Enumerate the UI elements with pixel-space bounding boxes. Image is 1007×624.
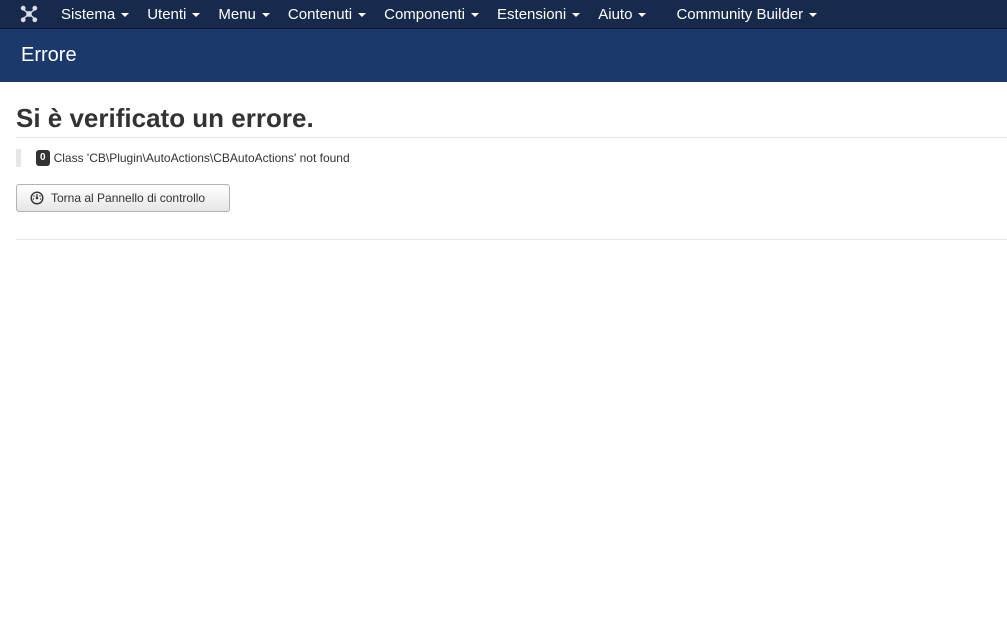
back-to-control-panel-button[interactable]: Torna al Pannello di controllo [16, 184, 230, 212]
caret-down-icon [261, 13, 270, 17]
caret-down-icon [358, 13, 367, 17]
menu-label: Utenti [147, 5, 187, 23]
menu-label: Community Builder [676, 5, 804, 23]
menu-utenti[interactable]: Utenti [138, 0, 209, 29]
main-menu: Sistema Utenti Menu Contenuti Componenti… [52, 0, 826, 29]
menu-label: Aiuto [598, 5, 633, 23]
menu-community-builder[interactable]: Community Builder [667, 0, 826, 29]
page-header: Errore [0, 29, 1007, 82]
menu-label: Componenti [384, 5, 466, 23]
top-navbar: Sistema Utenti Menu Contenuti Componenti… [0, 0, 1007, 29]
caret-down-icon [192, 13, 201, 17]
error-message: Class 'CB\Plugin\AutoActions\CBAutoActio… [53, 151, 350, 165]
caret-down-icon [638, 13, 647, 17]
dashboard-icon [30, 191, 44, 205]
error-code-badge: 0 [36, 150, 50, 166]
menu-label: Menu [218, 5, 256, 23]
menu-menu[interactable]: Menu [209, 0, 279, 29]
menu-sistema[interactable]: Sistema [52, 0, 138, 29]
caret-down-icon [471, 13, 480, 17]
menu-estensioni[interactable]: Estensioni [488, 0, 589, 29]
menu-label: Estensioni [497, 5, 567, 23]
caret-down-icon [572, 13, 581, 17]
button-label: Torna al Pannello di controllo [51, 191, 206, 205]
menu-aiuto[interactable]: Aiuto [589, 0, 655, 29]
joomla-logo-icon[interactable] [14, 0, 44, 29]
menu-label: Sistema [61, 5, 116, 23]
page-title: Errore [21, 44, 77, 66]
divider [16, 239, 1007, 240]
caret-down-icon [121, 13, 130, 17]
caret-down-icon [809, 13, 818, 17]
menu-componenti[interactable]: Componenti [375, 0, 488, 29]
error-heading: Si è verificato un errore. [16, 103, 1007, 138]
menu-contenuti[interactable]: Contenuti [279, 0, 375, 29]
main-content: Si è verificato un errore. 0 Class 'CB\P… [16, 82, 1007, 240]
error-message-block: 0 Class 'CB\Plugin\AutoActions\CBAutoAct… [16, 149, 1007, 167]
menu-label: Contenuti [287, 5, 353, 23]
